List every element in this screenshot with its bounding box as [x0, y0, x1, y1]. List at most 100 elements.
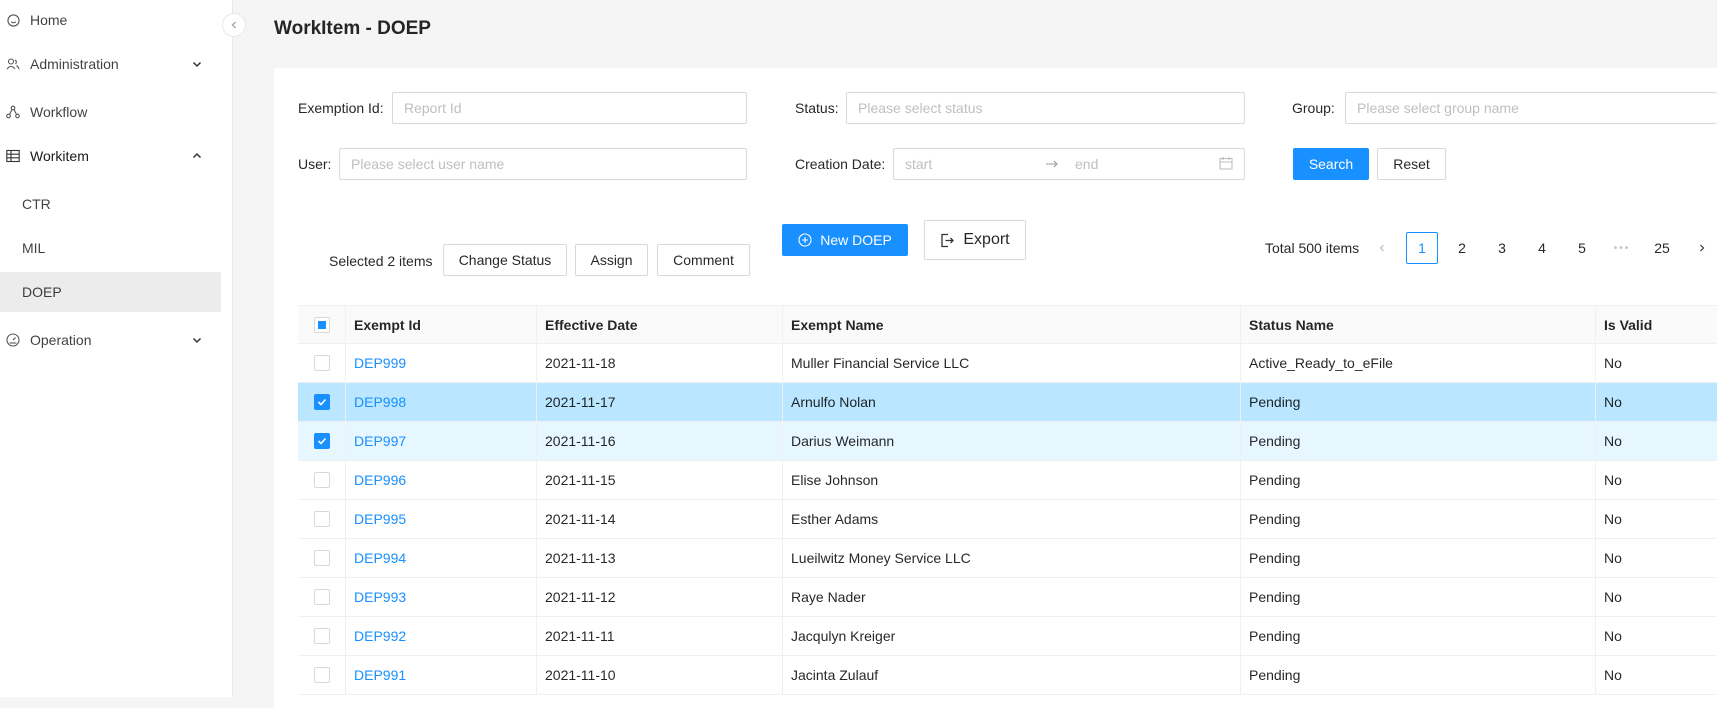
comment-button[interactable]: Comment	[657, 244, 750, 276]
table-icon	[6, 149, 20, 163]
is-valid-cell: No	[1595, 617, 1622, 655]
row-checkbox[interactable]	[314, 472, 330, 488]
effective-date-cell: 2021-11-16	[536, 422, 616, 460]
table-row[interactable]: DEP997 2021-11-16 Darius Weimann Pending No	[298, 422, 1717, 461]
row-checkbox[interactable]	[314, 589, 330, 605]
pagination-page-1[interactable]: 1	[1406, 232, 1438, 264]
arrow-right-icon	[1045, 156, 1075, 172]
row-checkbox-cell[interactable]	[314, 461, 330, 499]
table-row[interactable]: DEP998 2021-11-17 Arnulfo Nolan Pending No	[298, 383, 1717, 422]
effective-date-cell: 2021-11-14	[536, 500, 616, 538]
checkbox-indeterminate[interactable]	[314, 317, 330, 333]
reset-button[interactable]: Reset	[1377, 148, 1446, 180]
column-header-is-valid[interactable]: Is Valid	[1595, 306, 1652, 344]
assign-button[interactable]: Assign	[575, 244, 648, 276]
row-checkbox[interactable]	[314, 511, 330, 527]
date-end-placeholder[interactable]: end	[1075, 156, 1215, 172]
status-name-cell: Active_Ready_to_eFile	[1240, 344, 1393, 382]
row-checkbox-cell[interactable]	[314, 344, 330, 382]
sidebar-item-home[interactable]: Home	[0, 0, 221, 40]
export-button[interactable]: Export	[924, 220, 1026, 260]
sidebar-item-label: Administration	[30, 56, 119, 72]
sidebar-item-label: Workitem	[30, 148, 89, 164]
status-name-cell: Pending	[1240, 656, 1300, 694]
pagination-prev-button[interactable]	[1366, 232, 1398, 264]
exempt-name-cell: Esther Adams	[782, 500, 878, 538]
status-select[interactable]	[846, 92, 1245, 124]
sidebar-subitem-doep[interactable]: DOEP	[0, 272, 221, 312]
pagination-page-last[interactable]: 25	[1646, 232, 1678, 264]
exempt-name-cell: Muller Financial Service LLC	[782, 344, 969, 382]
row-checkbox-cell[interactable]	[314, 617, 330, 655]
row-checkbox[interactable]	[314, 394, 330, 410]
select-all-checkbox[interactable]	[314, 306, 330, 344]
creation-date-range[interactable]: start end	[893, 148, 1245, 180]
exempt-id-link[interactable]: DEP999	[345, 344, 406, 382]
sidebar-item-workflow[interactable]: Workflow	[0, 92, 221, 132]
exempt-id-link[interactable]: DEP997	[345, 422, 406, 460]
is-valid-cell: No	[1595, 461, 1622, 499]
column-header-exempt-name[interactable]: Exempt Name	[782, 306, 884, 344]
sidebar-item-workitem[interactable]: Workitem	[0, 136, 221, 176]
calendar-icon	[1219, 156, 1233, 173]
row-checkbox-cell[interactable]	[314, 383, 330, 421]
exempt-name-cell: Elise Johnson	[782, 461, 878, 499]
row-checkbox-cell[interactable]	[314, 578, 330, 616]
is-valid-cell: No	[1595, 539, 1622, 577]
sidebar-item-administration[interactable]: Administration	[0, 44, 221, 84]
column-header-effective-date[interactable]: Effective Date	[536, 306, 638, 344]
table-row[interactable]: DEP995 2021-11-14 Esther Adams Pending No	[298, 500, 1717, 539]
exempt-id-link[interactable]: DEP998	[345, 383, 406, 421]
chevron-down-icon	[191, 57, 205, 71]
group-select[interactable]	[1345, 92, 1717, 124]
table-row[interactable]: DEP996 2021-11-15 Elise Johnson Pending No	[298, 461, 1717, 500]
pagination-page-3[interactable]: 3	[1486, 232, 1518, 264]
exemption-id-input[interactable]	[392, 92, 747, 124]
change-status-button[interactable]: Change Status	[443, 244, 567, 276]
row-checkbox-cell[interactable]	[314, 500, 330, 538]
search-button[interactable]: Search	[1293, 148, 1369, 180]
exempt-id-link[interactable]: DEP991	[345, 656, 406, 694]
row-checkbox[interactable]	[314, 433, 330, 449]
row-checkbox-cell[interactable]	[314, 539, 330, 577]
table-row[interactable]: DEP994 2021-11-13 Lueilwitz Money Service …	[298, 539, 1717, 578]
row-checkbox[interactable]	[314, 667, 330, 683]
exempt-name-cell: Jacinta Zulauf	[782, 656, 878, 694]
table-row[interactable]: DEP991 2021-11-10 Jacinta Zulauf Pending No	[298, 656, 1717, 695]
pagination-ellipsis[interactable]: •••	[1606, 232, 1638, 264]
sidebar-subitem-mil[interactable]: MIL	[0, 228, 221, 268]
sidebar-subitem-ctr[interactable]: CTR	[0, 184, 221, 224]
pagination-page-4[interactable]: 4	[1526, 232, 1558, 264]
user-label: User:	[298, 156, 332, 172]
sidebar: Home Administration Workflow Workitem CT…	[0, 0, 233, 697]
exempt-id-link[interactable]: DEP996	[345, 461, 406, 499]
row-checkbox-cell[interactable]	[314, 422, 330, 460]
pagination-page-5[interactable]: 5	[1566, 232, 1598, 264]
effective-date-cell: 2021-11-15	[536, 461, 616, 499]
new-doep-button[interactable]: New DOEP	[782, 224, 908, 256]
exempt-id-link[interactable]: DEP994	[345, 539, 406, 577]
row-checkbox-cell[interactable]	[314, 656, 330, 694]
exempt-id-link[interactable]: DEP995	[345, 500, 406, 538]
pagination-next-button[interactable]	[1686, 232, 1717, 264]
sidebar-item-operation[interactable]: Operation	[0, 320, 221, 360]
table-row[interactable]: DEP993 2021-11-12 Raye Nader Pending No	[298, 578, 1717, 617]
effective-date-cell: 2021-11-17	[536, 383, 616, 421]
pagination-page-2[interactable]: 2	[1446, 232, 1478, 264]
date-start-placeholder[interactable]: start	[905, 156, 1045, 172]
user-select[interactable]	[339, 148, 747, 180]
sidebar-collapse-button[interactable]	[222, 13, 246, 37]
row-checkbox[interactable]	[314, 355, 330, 371]
effective-date-cell: 2021-11-13	[536, 539, 616, 577]
row-checkbox[interactable]	[314, 628, 330, 644]
status-name-cell: Pending	[1240, 578, 1300, 616]
column-header-status-name[interactable]: Status Name	[1240, 306, 1334, 344]
table-row[interactable]: DEP999 2021-11-18 Muller Financial Service…	[298, 344, 1717, 383]
table-row[interactable]: DEP992 2021-11-11 Jacqulyn Kreiger Pending N…	[298, 617, 1717, 656]
exempt-id-link[interactable]: DEP993	[345, 578, 406, 616]
chevron-up-icon	[191, 149, 205, 163]
row-checkbox[interactable]	[314, 550, 330, 566]
exempt-id-link[interactable]: DEP992	[345, 617, 406, 655]
column-header-exempt-id[interactable]: Exempt Id	[345, 306, 421, 344]
group-label: Group:	[1292, 100, 1335, 116]
